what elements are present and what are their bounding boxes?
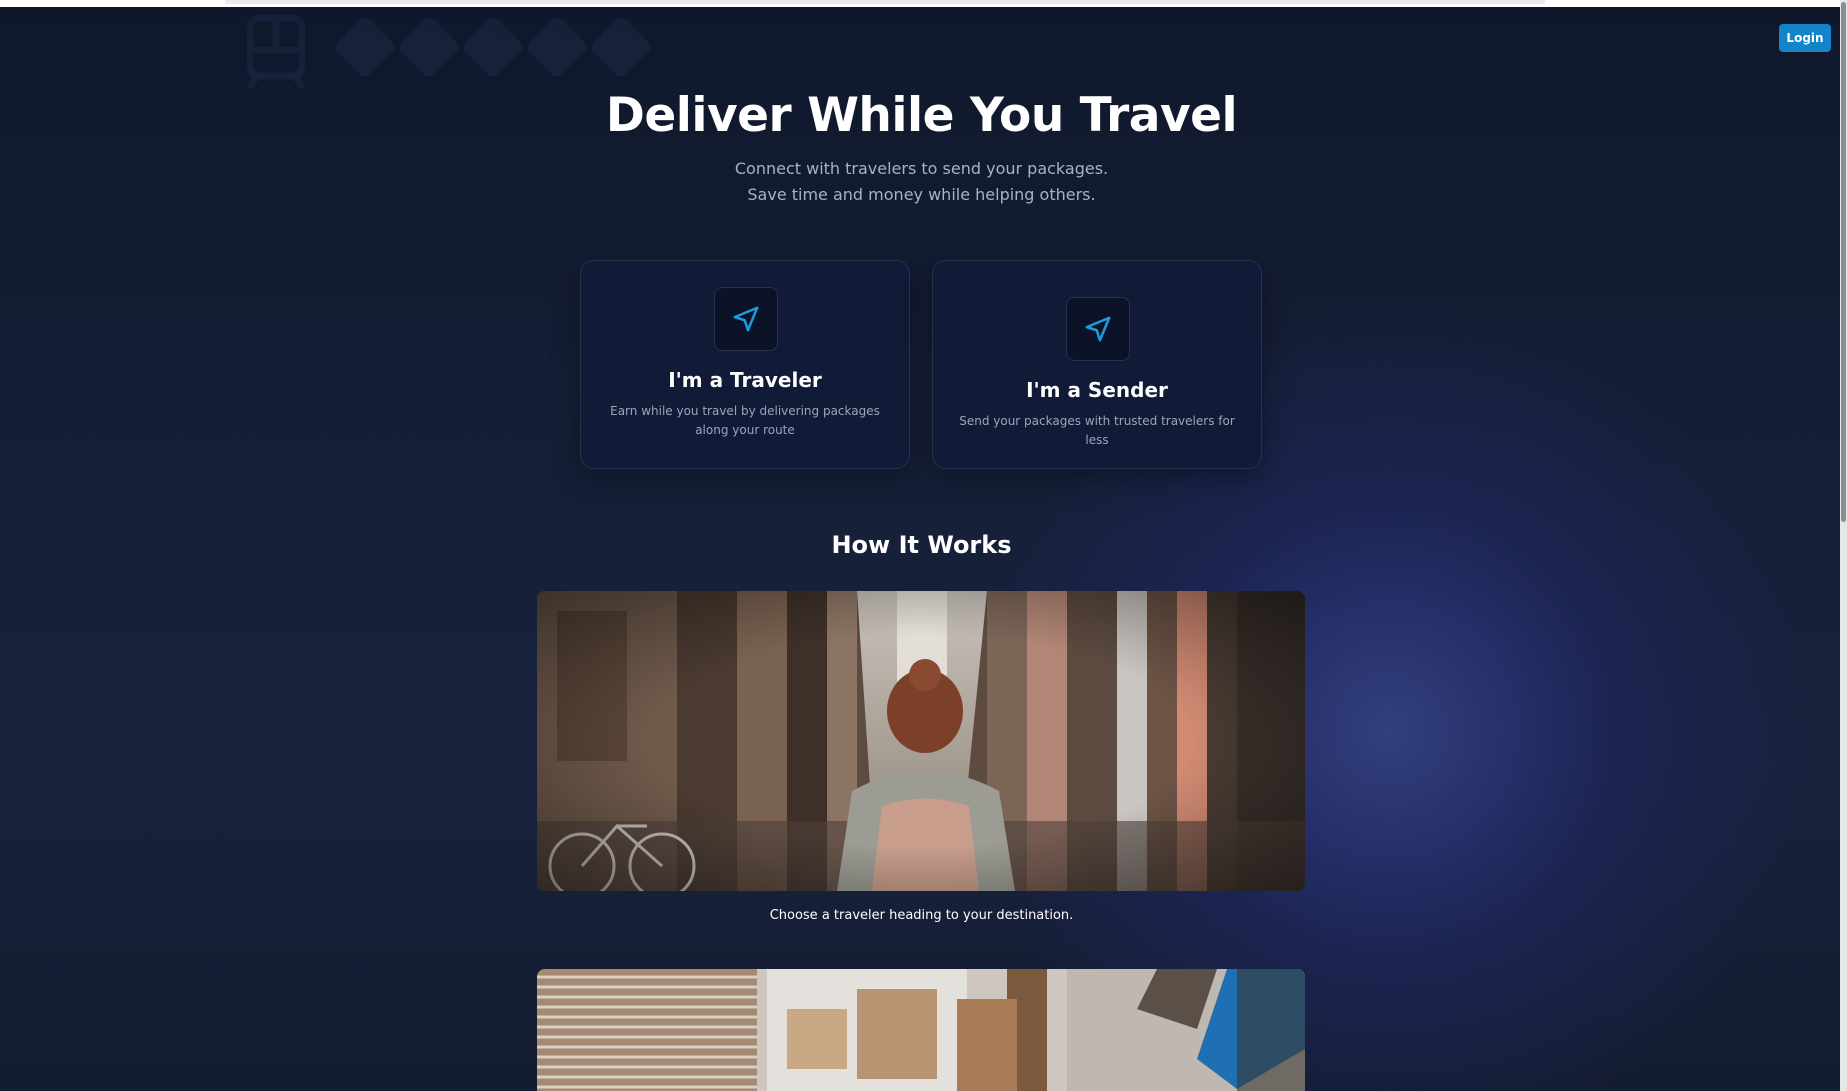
step-1-caption: Choose a traveler heading to your destin… — [769, 908, 1074, 923]
packing-boxes-photo — [537, 969, 1305, 1091]
traveler-card[interactable]: I'm a Traveler Earn while you travel by … — [580, 260, 910, 469]
sender-icon-box — [1066, 297, 1130, 361]
top-strip-inner — [225, 0, 1545, 4]
send-arrow-icon — [1085, 316, 1111, 342]
sender-card-title: I'm a Sender — [1026, 378, 1168, 402]
scrollbar-thumb[interactable] — [1841, 2, 1846, 522]
login-button[interactable]: Login — [1779, 24, 1831, 52]
traveler-in-alley-photo — [537, 591, 1305, 891]
browser-top-strip — [0, 0, 1847, 7]
train-icon — [246, 14, 651, 90]
how-it-works-title: How It Works — [831, 531, 1012, 559]
sender-card-description: Send your packages with trusted traveler… — [959, 414, 1235, 447]
send-arrow-icon — [733, 306, 759, 332]
hero-subtitle-line-2: Save time and money while helping others… — [747, 185, 1096, 204]
sender-card[interactable]: I'm a Sender Send your packages with tru… — [932, 260, 1262, 469]
traveler-card-title: I'm a Traveler — [668, 368, 822, 392]
page-title: Deliver While You Travel — [605, 88, 1238, 143]
traveler-card-description: Earn while you travel by delivering pack… — [610, 404, 880, 437]
background-decoration — [242, 12, 662, 92]
vertical-scrollbar[interactable] — [1840, 0, 1847, 1091]
hero-subtitle-line-1: Connect with travelers to send your pack… — [734, 159, 1109, 178]
traveler-icon-box — [714, 287, 778, 351]
diamond-pattern — [335, 17, 651, 77]
